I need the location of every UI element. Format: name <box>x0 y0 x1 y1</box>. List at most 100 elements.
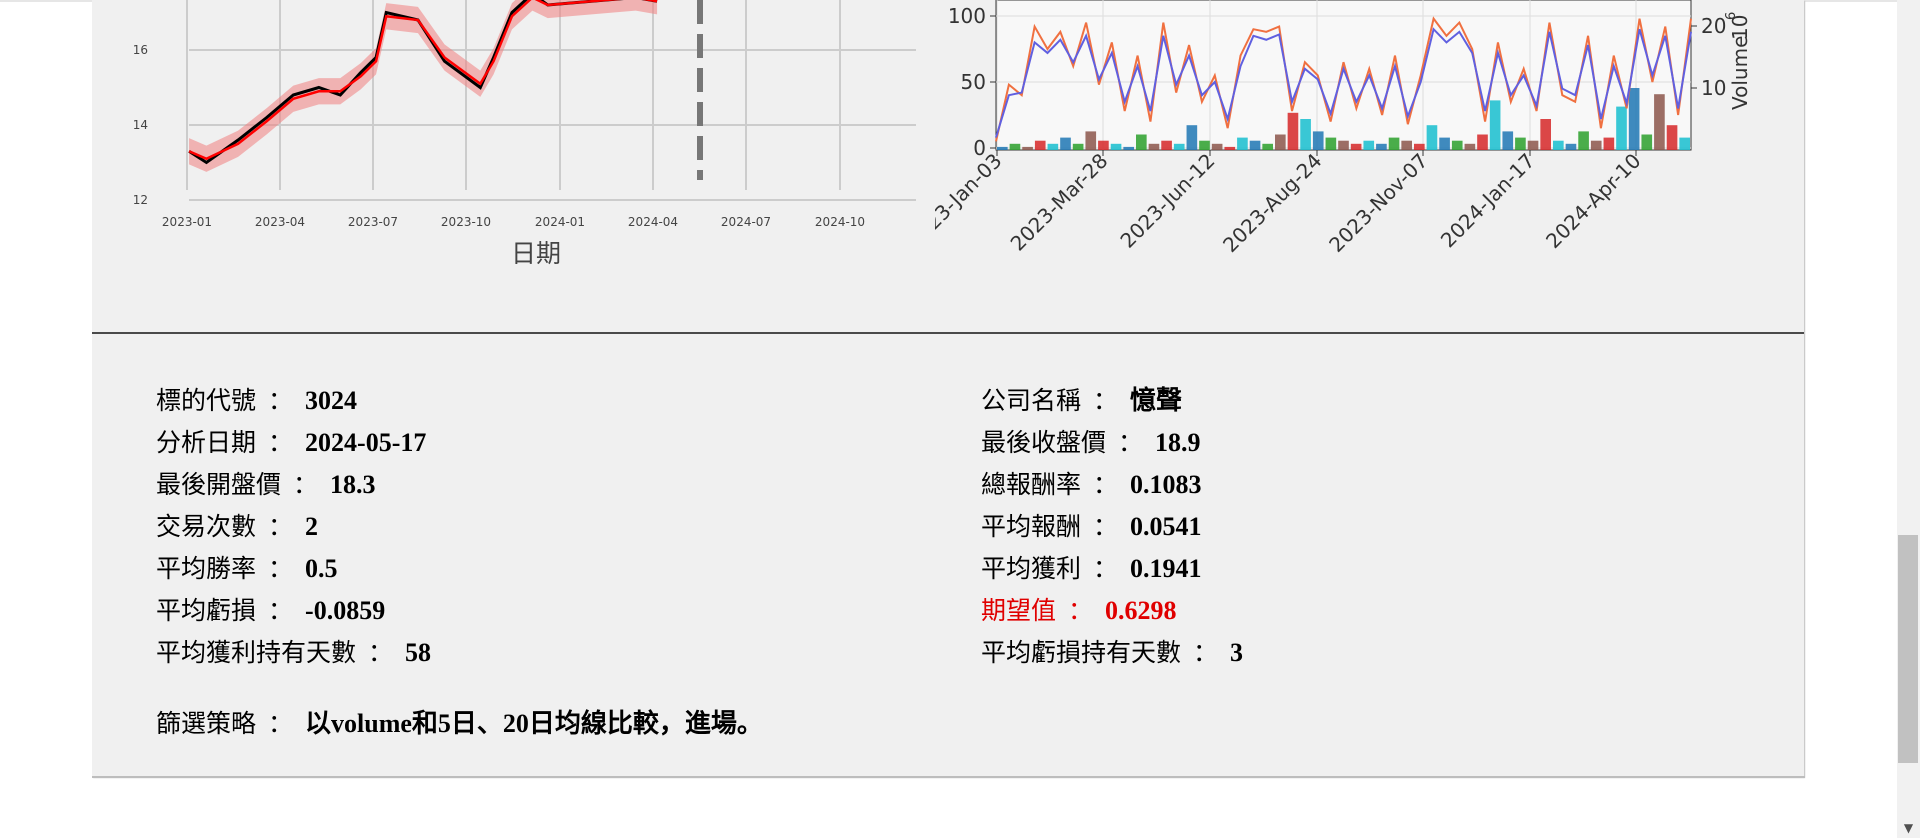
volume-bar <box>1578 131 1589 150</box>
stat-label: 最後收盤價 <box>981 428 1107 457</box>
stat-separator: ： <box>1093 386 1119 415</box>
volume-bar <box>1540 119 1551 150</box>
volume-bar <box>1654 94 1665 150</box>
volume-bar <box>1224 146 1236 150</box>
stat-separator: ： <box>1093 512 1119 541</box>
stat-value: 3 <box>1230 638 1244 667</box>
stat-row: 平均獲利持有天數 ： 58 <box>156 638 431 668</box>
stat-row: 最後開盤價 ： 18.3 <box>156 470 376 500</box>
strategy-value: 以volume和5日、20日均線比較，進場。 <box>305 709 763 738</box>
stat-row: 平均虧損持有天數 ： 3 <box>981 638 1243 668</box>
strategy-label: 篩選策略 <box>156 709 257 738</box>
x-tick-label: 2024-10 <box>815 215 865 229</box>
stat-separator: ： <box>268 596 294 625</box>
volume-bar <box>1376 143 1387 150</box>
stat-row: 最後收盤價 ： 18.9 <box>981 428 1201 458</box>
x-tick-label: 2023-Jan-03 <box>935 149 1007 253</box>
stat-row: 平均報酬 ： 0.0541 <box>981 512 1202 542</box>
volume-bar <box>1489 100 1501 150</box>
stat-separator: ： <box>1118 428 1144 457</box>
y2-tick-label: 20 <box>1701 14 1726 38</box>
x-tick-label: 2024-07 <box>721 215 771 229</box>
stat-label: 平均獲利持有天數 <box>156 638 357 667</box>
volume-bar <box>997 146 1008 150</box>
stat-row: 公司名稱 ： 憶聲 <box>981 386 1182 416</box>
volume-bar <box>1211 143 1223 150</box>
x-tick-label: 2024-Jan-17 <box>1436 149 1540 253</box>
stat-value: -0.0859 <box>305 596 386 625</box>
price-chart: 12 14 16 2023-01 2023-04 2023-07 2023-10 2024-0… <box>96 0 930 290</box>
stat-row: 平均虧損 ： -0.0859 <box>156 596 385 626</box>
volume-bar <box>1312 131 1324 150</box>
volume-bar <box>1439 137 1450 150</box>
y2-exponent-power: 6 <box>1724 12 1739 20</box>
x-axis-label: 日期 <box>511 239 561 268</box>
stat-value: 58 <box>405 638 432 667</box>
volume-bar <box>1022 146 1033 150</box>
panel-shadow <box>92 776 1805 778</box>
volume-bar <box>1628 88 1640 150</box>
y2-tick-label: 10 <box>1701 76 1726 100</box>
volume-bar <box>1009 143 1021 150</box>
volume-bar <box>1136 134 1147 150</box>
stat-separator: ： <box>268 428 294 457</box>
volume-bar <box>1262 143 1273 150</box>
volume-bar <box>1148 143 1160 150</box>
volume-bar <box>1527 140 1539 150</box>
volume-bar <box>1249 140 1261 150</box>
stat-value: 0.5 <box>305 554 338 583</box>
volume-bar <box>1565 143 1577 150</box>
stat-value: 0.6298 <box>1105 596 1177 625</box>
x-tick-label: 2023-Aug-24 <box>1218 149 1326 257</box>
volume-bar <box>1363 140 1375 150</box>
stat-value: 2 <box>305 512 319 541</box>
stat-value: 0.0541 <box>1130 512 1202 541</box>
stat-separator: ： <box>293 470 319 499</box>
stat-separator: ： <box>268 512 294 541</box>
volume-bar <box>1199 140 1210 150</box>
x-tick-label: 2024-01 <box>535 215 585 229</box>
volume-bar <box>1110 143 1122 150</box>
volume-bar <box>1161 140 1172 150</box>
volume-bar <box>1553 140 1564 150</box>
x-tick-label: 2024-Apr-10 <box>1541 149 1645 253</box>
volume-bar <box>1237 137 1248 150</box>
x-tick-label: 2023-07 <box>348 215 398 229</box>
volume-bar <box>1515 137 1526 150</box>
stat-separator: ： <box>268 386 294 415</box>
x-tick-label: 2023-10 <box>441 215 491 229</box>
stat-separator: ： <box>1193 638 1219 667</box>
scroll-down-arrow-icon[interactable]: ▼ <box>1897 818 1920 838</box>
strategy-separator: ： <box>268 709 294 738</box>
stat-label: 總報酬率 <box>981 470 1082 499</box>
x-tick-label: 2024-04 <box>628 215 678 229</box>
y-tick-label: 100 <box>948 4 986 28</box>
stat-label: 標的代號 <box>156 386 257 415</box>
volume-bar <box>1287 112 1299 150</box>
y-tick-label: 16 <box>133 43 148 57</box>
stat-value: 18.9 <box>1155 428 1201 457</box>
volume-bar <box>1616 106 1627 150</box>
x-tick-label: 2023-Nov-07 <box>1324 149 1432 257</box>
volume-bar <box>1085 131 1097 150</box>
stat-label: 交易次數 <box>156 512 257 541</box>
volume-bar <box>1047 143 1059 150</box>
stat-row: 交易次數 ： 2 <box>156 512 318 542</box>
section-divider <box>92 332 1804 334</box>
x-tick-label: 2023-04 <box>255 215 305 229</box>
stat-row: 分析日期 ： 2024-05-17 <box>156 428 426 458</box>
stat-value: 0.1083 <box>1130 470 1202 499</box>
volume-bar <box>1401 140 1412 150</box>
stat-value: 2024-05-17 <box>305 428 427 457</box>
x-tick-label: 2023-Mar-28 <box>1006 149 1113 256</box>
volume-bar <box>1451 140 1463 150</box>
stat-value: 0.1941 <box>1130 554 1202 583</box>
volume-bar <box>1666 125 1678 150</box>
stat-label: 分析日期 <box>156 428 257 457</box>
volume-bar <box>1034 140 1046 150</box>
scrollbar-thumb[interactable] <box>1898 535 1918 763</box>
y-tick-label: 50 <box>961 70 986 94</box>
y-tick-label: 14 <box>133 118 148 132</box>
volume-bar <box>1186 125 1198 150</box>
stat-label: 平均獲利 <box>981 554 1082 583</box>
